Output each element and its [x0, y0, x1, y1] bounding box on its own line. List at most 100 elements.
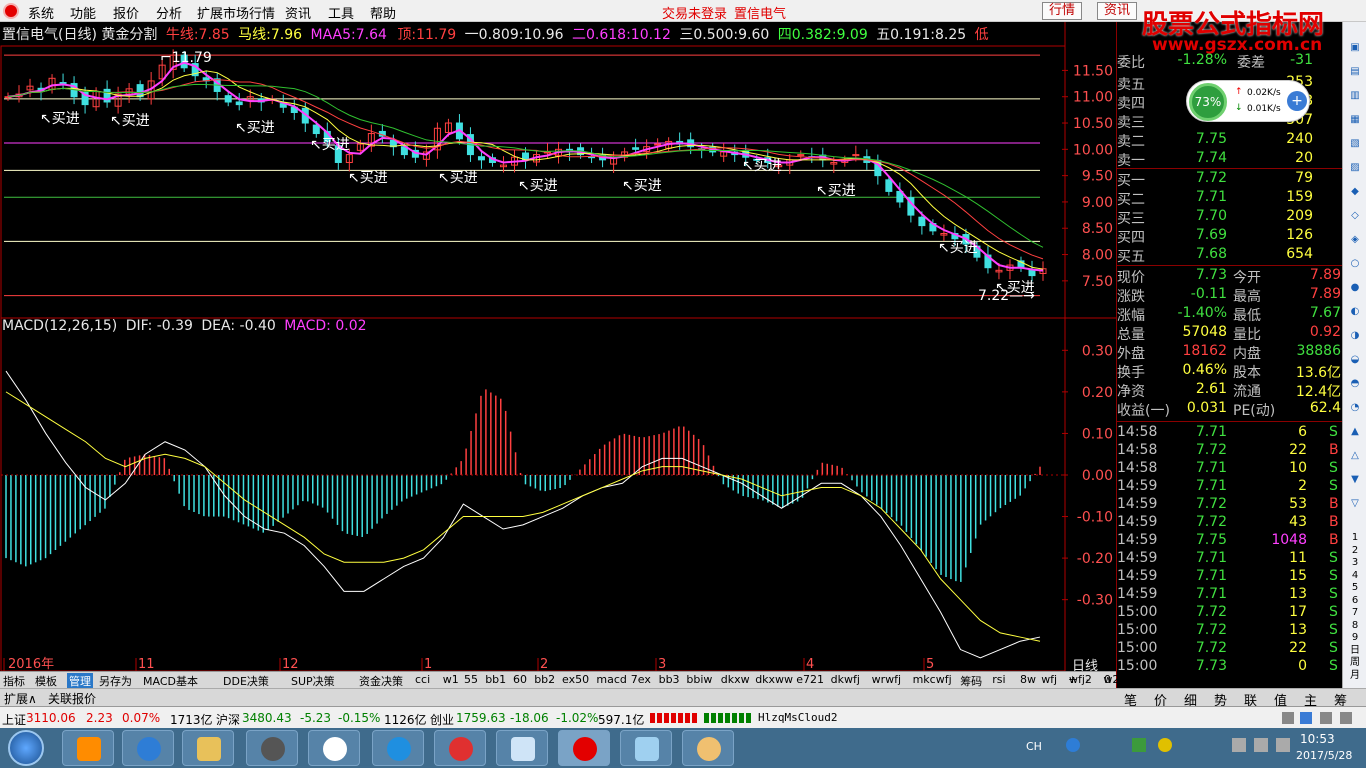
clock-time[interactable]: 10:53	[1300, 732, 1335, 746]
taskbar-media-player[interactable]	[62, 730, 114, 766]
network-speed-widget[interactable]: 73% ↑ 0.02K/s ↓ 0.01K/s +	[1186, 80, 1310, 122]
toolbar-tool-icon[interactable]: ●	[1346, 280, 1364, 296]
plus-tray-icon[interactable]	[1158, 738, 1172, 752]
tab-zoom-control[interactable]: +	[1068, 673, 1077, 686]
shield-tray-icon[interactable]	[1132, 738, 1146, 752]
toolbar-tool-icon[interactable]: ◇	[1346, 208, 1364, 224]
taskbar-ie[interactable]	[122, 730, 174, 766]
indicator-tab[interactable]: 7ex	[631, 673, 651, 686]
network-tray-icon[interactable]	[1254, 738, 1268, 752]
toolbar-tool-icon[interactable]: ○	[1346, 256, 1364, 272]
tab-zoom-control[interactable]: 0	[1104, 673, 1111, 686]
indicator-tab[interactable]: 55	[464, 673, 478, 686]
indicator-tab[interactable]: 60	[513, 673, 527, 686]
toolbar-tool-icon[interactable]: ▲	[1346, 424, 1364, 440]
taskbar-stock-app[interactable]	[558, 730, 610, 766]
indicator-tab[interactable]: bb2	[534, 673, 555, 686]
input-language[interactable]: CH	[1026, 740, 1042, 753]
indicator-tab[interactable]: dkxw	[721, 673, 750, 686]
indicator-tab[interactable]: 另存为	[99, 673, 132, 689]
kline-chart-area[interactable]: 11.50 11.00 10.50 10.00 9.50 9.00 8.50 8.00 7.50…	[0, 22, 1116, 688]
indicator-tab[interactable]: w1	[443, 673, 459, 686]
indicator-tab[interactable]: wfj	[1041, 673, 1057, 686]
menu-analysis[interactable]: 分析	[156, 3, 182, 22]
toolbar-tool-icon[interactable]: ◓	[1346, 376, 1364, 392]
volume-tray-icon[interactable]	[1276, 738, 1290, 752]
toolbar-tool-icon[interactable]: ◒	[1346, 352, 1364, 368]
help-tray-icon[interactable]	[1066, 738, 1080, 752]
tab-expand[interactable]: 扩展∧	[4, 690, 37, 707]
indicator-tab[interactable]: 筹码	[960, 673, 982, 689]
indicator-tab[interactable]: 8w	[1020, 673, 1036, 686]
indicator-tab[interactable]: rsi	[992, 673, 1005, 686]
buy-signal-label: ↖买进	[348, 170, 388, 186]
indicator-tab[interactable]: dkxww	[755, 673, 793, 686]
quote-button[interactable]: 行情	[1042, 2, 1083, 20]
toolbar-tool-icon[interactable]: △	[1346, 448, 1364, 464]
taskbar-doc[interactable]	[620, 730, 672, 766]
indicator-tab[interactable]: 管理	[67, 673, 93, 689]
info-button[interactable]: 资讯	[1097, 2, 1138, 20]
status-icon-2[interactable]	[1300, 712, 1312, 724]
indicator-tab[interactable]: MACD基本	[143, 673, 198, 689]
toolbar-tool-icon[interactable]: ▤	[1346, 64, 1364, 80]
indicator-tab[interactable]: e721	[796, 673, 824, 686]
toolbar-tool-icon[interactable]: ▦	[1346, 112, 1364, 128]
toolbar-tool-icon[interactable]: ▼	[1346, 472, 1364, 488]
flag-tray-icon[interactable]	[1232, 738, 1246, 752]
menu-news[interactable]: 资讯	[285, 3, 311, 22]
stock-name-link[interactable]: 置信电气	[734, 3, 786, 22]
indicator-tab[interactable]: SUP决策	[291, 673, 335, 689]
menu-tools[interactable]: 工具	[328, 3, 354, 22]
cy-label[interactable]: 创业	[430, 711, 454, 728]
indicator-tab[interactable]: bbiw	[686, 673, 712, 686]
toolbar-tool-icon[interactable]: ◈	[1346, 232, 1364, 248]
indicator-tab[interactable]: macd	[596, 673, 627, 686]
plus-icon[interactable]: +	[1287, 91, 1307, 111]
trade-login-status[interactable]: 交易未登录	[662, 3, 727, 22]
indicator-tab[interactable]: 模板	[35, 673, 57, 689]
toolbar-period-11[interactable]: 月	[1346, 668, 1364, 684]
indicator-tab[interactable]: dkwfj	[831, 673, 860, 686]
toolbar-tool-icon[interactable]: ▣	[1346, 40, 1364, 56]
indicator-tab[interactable]: bb1	[485, 673, 506, 686]
toolbar-tool-icon[interactable]: ▽	[1346, 496, 1364, 512]
menu-system[interactable]: 系统	[28, 3, 54, 22]
taskbar-paint[interactable]	[682, 730, 734, 766]
indicator-tab[interactable]: 指标	[3, 673, 25, 689]
app-logo-icon[interactable]	[3, 3, 19, 19]
taskbar-ie2[interactable]	[372, 730, 424, 766]
menu-function[interactable]: 功能	[70, 3, 96, 22]
sz-label[interactable]: 沪深	[216, 711, 240, 728]
toolbar-tool-icon[interactable]: ◑	[1346, 328, 1364, 344]
start-button[interactable]	[8, 730, 44, 766]
taskbar-film[interactable]	[246, 730, 298, 766]
indicator-tab[interactable]: DDE决策	[223, 673, 269, 689]
tab-related-quote[interactable]: 关联报价	[48, 690, 96, 707]
menu-extended-market[interactable]: 扩展市场行情	[197, 3, 275, 22]
indicator-tab[interactable]: mkcwfj	[913, 673, 952, 686]
status-icon-3[interactable]	[1320, 712, 1332, 724]
indicator-tab[interactable]: cci	[415, 673, 430, 686]
sh-label[interactable]: 上证	[2, 711, 26, 728]
tab-zoom-control[interactable]: -	[1086, 673, 1090, 686]
toolbar-tool-icon[interactable]: ◐	[1346, 304, 1364, 320]
indicator-tab[interactable]: bb3	[659, 673, 680, 686]
status-icon-4[interactable]	[1340, 712, 1352, 724]
toolbar-tool-icon[interactable]: ◔	[1346, 400, 1364, 416]
toolbar-tool-icon[interactable]: ▨	[1346, 160, 1364, 176]
menu-help[interactable]: 帮助	[370, 3, 396, 22]
taskbar-explorer[interactable]	[182, 730, 234, 766]
indicator-tab[interactable]: 资金决策	[359, 673, 403, 689]
toolbar-tool-icon[interactable]: ▧	[1346, 136, 1364, 152]
taskbar-video[interactable]	[434, 730, 486, 766]
toolbar-tool-icon[interactable]: ▥	[1346, 88, 1364, 104]
indicator-tab[interactable]: ex50	[562, 673, 589, 686]
status-icon-1[interactable]	[1282, 712, 1294, 724]
clock-date[interactable]: 2017/5/28	[1296, 749, 1352, 762]
toolbar-tool-icon[interactable]: ◆	[1346, 184, 1364, 200]
taskbar-weibo[interactable]	[308, 730, 360, 766]
taskbar-notepad[interactable]	[496, 730, 548, 766]
indicator-tab[interactable]: wrwfj	[872, 673, 901, 686]
menu-quote[interactable]: 报价	[113, 3, 139, 22]
